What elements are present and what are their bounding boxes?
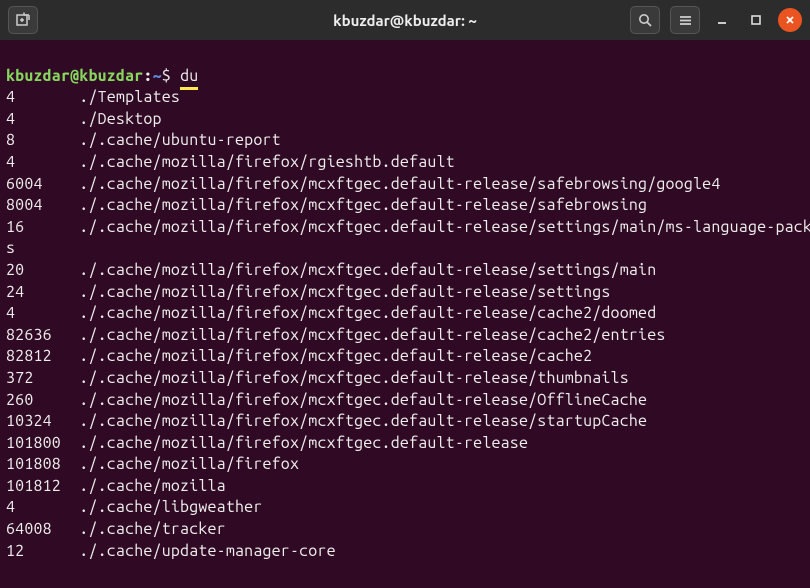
titlebar-left	[8, 6, 38, 34]
maximize-icon	[750, 14, 762, 26]
prompt-sigil: $	[162, 67, 171, 85]
titlebar-right	[630, 6, 802, 34]
menu-button[interactable]	[670, 6, 700, 34]
close-button[interactable]	[778, 8, 802, 32]
close-icon	[784, 14, 796, 26]
command-text: du	[180, 67, 198, 90]
output-rows: 4 ./Templates 4 ./Desktop 8 ./.cache/ubu…	[6, 87, 804, 562]
hamburger-icon	[678, 13, 693, 28]
maximize-button[interactable]	[744, 8, 768, 32]
minimize-icon	[716, 14, 728, 26]
titlebar: kbuzdar@kbuzdar: ~	[0, 0, 810, 40]
search-icon	[638, 13, 653, 28]
new-tab-button[interactable]	[8, 6, 38, 34]
new-tab-icon	[15, 12, 31, 28]
prompt-sep: :	[143, 67, 152, 85]
minimize-button[interactable]	[710, 8, 734, 32]
prompt-user-host: kbuzdar@kbuzdar	[6, 67, 143, 85]
search-button[interactable]	[630, 6, 660, 34]
terminal-body[interactable]: kbuzdar@kbuzdar:~$ du 4 ./Templates 4 ./…	[0, 40, 810, 588]
prompt-path: ~	[153, 67, 162, 85]
